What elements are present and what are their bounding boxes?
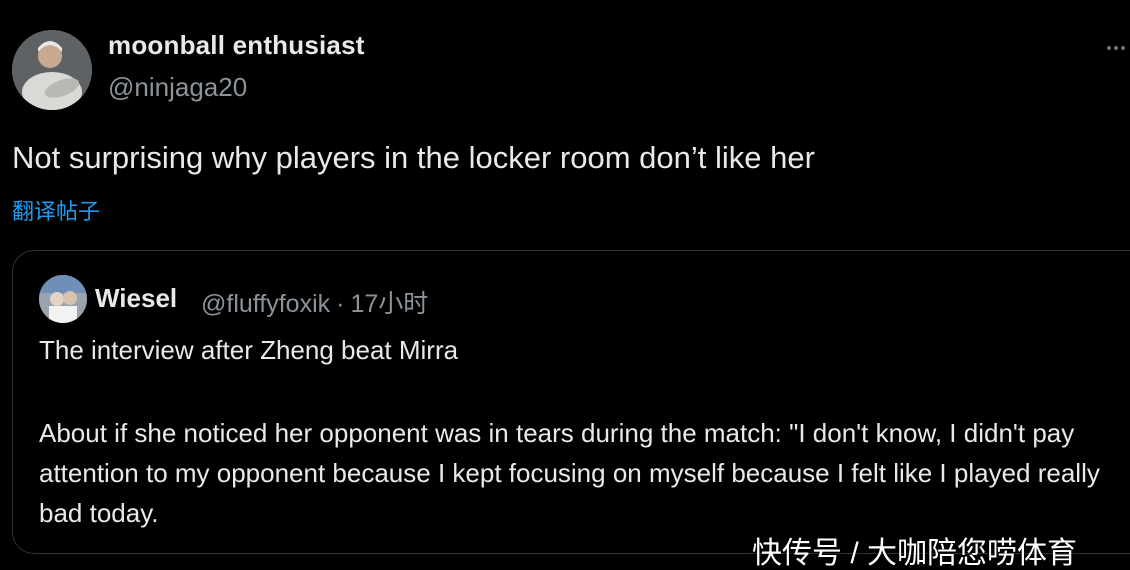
- watermark-text: 快传号 / 大咖陪您唠体育: [752, 537, 1078, 570]
- tweet-text: Not surprising why players in the locker…: [12, 140, 815, 175]
- quoted-user-avatar[interactable]: [39, 275, 87, 323]
- quoted-user-handle[interactable]: @fluffyfoxik: [201, 290, 330, 318]
- avatar-photo-icon: [12, 30, 92, 110]
- avatar-photo-icon: [39, 275, 87, 323]
- user-display-name[interactable]: moonball enthusiast: [108, 30, 365, 61]
- quoted-tweet-line1: The interview after Zheng beat Mirra: [39, 335, 459, 365]
- quoted-tweet-line2: About if she noticed her opponent was in…: [39, 418, 1100, 528]
- quoted-user-display-name[interactable]: Wiesel: [95, 283, 177, 314]
- tweet-screenshot: moonball enthusiast @ninjaga20 Not surpr…: [0, 0, 1130, 570]
- user-handle[interactable]: @ninjaga20: [108, 72, 247, 103]
- quoted-tweet-card[interactable]: Wiesel @fluffyfoxik · 17小时 The interview a…: [12, 250, 1130, 554]
- more-dots-icon[interactable]: [1104, 36, 1128, 60]
- meta-separator: ·: [336, 290, 345, 318]
- translate-post-link[interactable]: 翻译帖子: [12, 194, 100, 226]
- quoted-tweet-time[interactable]: 17小时: [350, 290, 428, 318]
- user-avatar[interactable]: [12, 30, 92, 110]
- quoted-tweet-meta: @fluffyfoxik · 17小时: [201, 284, 434, 320]
